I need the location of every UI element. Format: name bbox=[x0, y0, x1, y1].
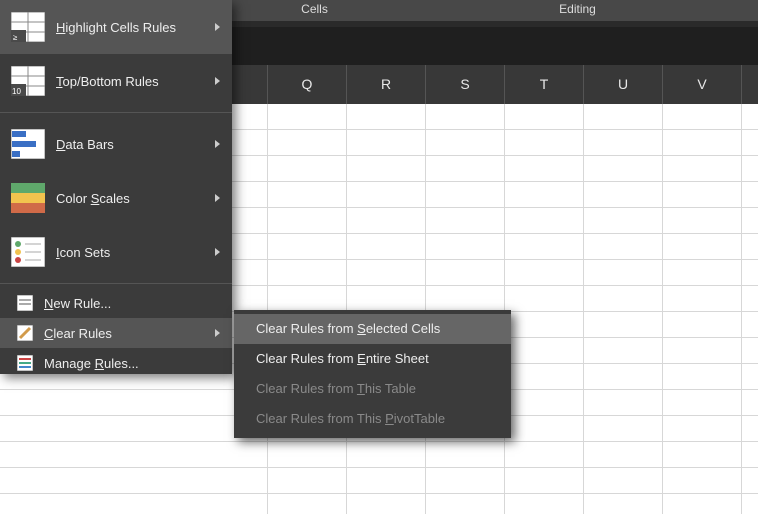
chevron-right-icon bbox=[215, 194, 220, 202]
ribbon-group-cells: Cells bbox=[232, 0, 397, 21]
manage-rules-icon bbox=[16, 354, 34, 372]
column-head-spacer[interactable] bbox=[232, 65, 268, 104]
menu-top-bottom-rules[interactable]: 10 Top/Bottom Rules bbox=[0, 54, 232, 108]
table-row[interactable] bbox=[0, 442, 758, 468]
clear-rules-icon bbox=[16, 324, 34, 342]
menu-data-bars[interactable]: Data Bars bbox=[0, 117, 232, 171]
data-bars-icon bbox=[10, 126, 46, 162]
menu-separator bbox=[0, 283, 232, 284]
icon-sets-icon bbox=[10, 234, 46, 270]
menu-label: Color Scales bbox=[56, 191, 215, 206]
menu-separator bbox=[0, 112, 232, 113]
ribbon-bottom-band bbox=[232, 27, 758, 65]
color-scales-icon bbox=[10, 180, 46, 216]
chevron-right-icon bbox=[215, 248, 220, 256]
menu-label: Top/Bottom Rules bbox=[56, 74, 215, 89]
menu-highlight-cells-rules[interactable]: ≥ Highlight Cells Rules bbox=[0, 0, 232, 54]
menu-color-scales[interactable]: Color Scales bbox=[0, 171, 232, 225]
top-bottom-icon: 10 bbox=[10, 63, 46, 99]
menu-label: Data Bars bbox=[56, 137, 215, 152]
svg-text:≥: ≥ bbox=[13, 33, 18, 42]
chevron-right-icon bbox=[215, 77, 220, 85]
submenu-clear-selected-cells[interactable]: Clear Rules from Selected Cells bbox=[234, 314, 511, 344]
highlight-cells-icon: ≥ bbox=[10, 9, 46, 45]
column-headers[interactable]: Q R S T U V bbox=[232, 65, 758, 104]
column-head[interactable]: V bbox=[663, 65, 742, 104]
menu-label: Clear Rules bbox=[44, 326, 215, 341]
submenu-clear-entire-sheet[interactable]: Clear Rules from Entire Sheet bbox=[234, 344, 511, 374]
table-row[interactable] bbox=[0, 494, 758, 514]
conditional-formatting-menu[interactable]: ≥ Highlight Cells Rules 10 Top/Bottom Ru… bbox=[0, 0, 232, 374]
chevron-right-icon bbox=[215, 23, 220, 31]
ribbon-group-labels: Cells Editing bbox=[232, 0, 758, 21]
menu-label: Manage Rules... bbox=[44, 356, 220, 371]
submenu-clear-this-pivottable: Clear Rules from This PivotTable bbox=[234, 404, 511, 434]
column-head[interactable]: U bbox=[584, 65, 663, 104]
chevron-right-icon bbox=[215, 140, 220, 148]
menu-manage-rules[interactable]: Manage Rules... bbox=[0, 348, 232, 378]
column-head[interactable]: S bbox=[426, 65, 505, 104]
svg-text:10: 10 bbox=[12, 87, 21, 96]
column-head[interactable]: T bbox=[505, 65, 584, 104]
ribbon-group-editing: Editing bbox=[397, 0, 758, 21]
menu-label: Highlight Cells Rules bbox=[56, 20, 215, 35]
table-row[interactable] bbox=[0, 468, 758, 494]
menu-label: Icon Sets bbox=[56, 245, 215, 260]
menu-label: New Rule... bbox=[44, 296, 220, 311]
clear-rules-submenu[interactable]: Clear Rules from Selected Cells Clear Ru… bbox=[234, 310, 511, 438]
column-head[interactable]: Q bbox=[268, 65, 347, 104]
menu-clear-rules[interactable]: Clear Rules bbox=[0, 318, 232, 348]
column-head[interactable]: R bbox=[347, 65, 426, 104]
menu-new-rule[interactable]: New Rule... bbox=[0, 288, 232, 318]
chevron-right-icon bbox=[215, 329, 220, 337]
menu-icon-sets[interactable]: Icon Sets bbox=[0, 225, 232, 279]
new-rule-icon bbox=[16, 294, 34, 312]
submenu-clear-this-table: Clear Rules from This Table bbox=[234, 374, 511, 404]
